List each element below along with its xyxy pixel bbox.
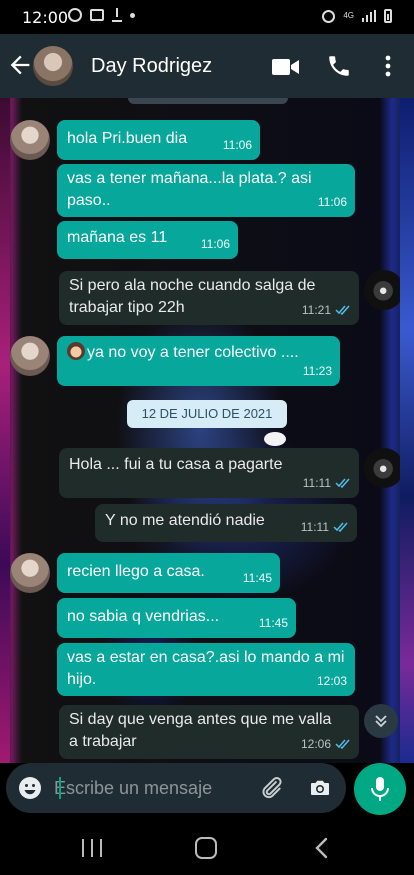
message-bubble-outgoing[interactable]: Si day que venga antes que me valla a tr…: [59, 705, 359, 759]
message-time: 11:06: [222, 138, 252, 152]
download-icon: [112, 8, 122, 22]
read-receipt-icon: [335, 305, 350, 315]
settings-icon: [68, 8, 82, 22]
date-divider: 12 DE JULIO DE 2021: [127, 400, 287, 428]
phone-call-icon[interactable]: [326, 53, 352, 79]
message-bubble-incoming[interactable]: recien llego a casa. 11:45: [57, 553, 280, 593]
message-time: 11:06: [317, 195, 347, 209]
message-time: 12:03: [316, 674, 347, 688]
emoji-icon[interactable]: [18, 776, 42, 800]
message-text: recien llego a casa.: [67, 563, 205, 580]
message-time: 11:23: [302, 364, 332, 378]
read-receipt-icon: [333, 522, 348, 532]
message-time: 11:21: [301, 303, 331, 317]
signal-icon: [362, 10, 376, 22]
contact-avatar[interactable]: [33, 46, 73, 86]
message-time: 12:06: [300, 737, 331, 751]
back-arrow-icon[interactable]: [6, 51, 34, 79]
sender-avatar[interactable]: [10, 120, 50, 160]
network-4g-icon: 4G: [343, 11, 354, 20]
chat-area[interactable]: hola Pri.buen dia 11:06 vas a tener maña…: [0, 98, 414, 763]
message-text: vas a tener mañana...la plata.? asi paso…: [67, 170, 312, 209]
message-bubble-incoming[interactable]: mañana es 11 11:06: [57, 221, 238, 259]
message-bubble-incoming[interactable]: vas a estar en casa?.asi lo mando a mi h…: [57, 643, 355, 696]
message-bubble-outgoing[interactable]: Y no me atendió nadie 11:11: [95, 504, 357, 542]
double-chevron-down-icon: [375, 715, 387, 728]
message-bubble-outgoing[interactable]: Si pero ala noche cuando salga de trabaj…: [59, 271, 359, 325]
message-text: ya no voy a tener colectivo ....: [87, 344, 299, 361]
battery-icon: [384, 9, 392, 23]
decor-dot: [264, 432, 286, 446]
message-time: 11:11: [300, 520, 329, 534]
system-navigation-bar: [0, 821, 414, 875]
read-receipt-icon: [335, 478, 350, 488]
message-text: Si day que venga antes que me valla a tr…: [69, 711, 332, 750]
message-text: no sabia q vendrias...: [67, 608, 220, 625]
sender-avatar[interactable]: [10, 336, 50, 376]
recent-apps-icon[interactable]: [82, 839, 102, 857]
message-bubble-incoming[interactable]: vas a tener mañana...la plata.? asi paso…: [57, 164, 355, 217]
message-input-container: [6, 763, 346, 813]
microphone-icon: [371, 777, 389, 801]
woman-emoji-icon: [67, 342, 85, 360]
home-icon[interactable]: [195, 837, 217, 859]
compose-bar: [0, 763, 414, 821]
status-bar: 12:00 4G: [0, 0, 414, 34]
message-bubble-incoming[interactable]: hola Pri.buen dia 11:06: [57, 120, 260, 160]
own-avatar[interactable]: [364, 270, 404, 310]
message-bubble-incoming[interactable]: ya no voy a tener colectivo .... 11:23: [57, 336, 340, 386]
sender-avatar[interactable]: [10, 553, 50, 593]
camera-icon[interactable]: [308, 776, 332, 800]
message-time: 11:45: [242, 571, 272, 585]
scroll-to-bottom-button[interactable]: [364, 704, 398, 738]
notification-dot-icon: [130, 12, 135, 18]
message-time: 11:45: [258, 616, 288, 630]
attach-icon[interactable]: [258, 775, 284, 801]
chat-header: Day Rodrigez: [0, 34, 414, 98]
alarm-icon: [322, 9, 336, 23]
text-caret: [59, 777, 61, 799]
own-avatar[interactable]: [364, 448, 404, 488]
message-text: vas a estar en casa?.asi lo mando a mi h…: [67, 649, 345, 688]
message-bubble-incoming[interactable]: no sabia q vendrias... 11:45: [57, 598, 296, 638]
scroll-indicator: [128, 98, 288, 104]
video-call-icon[interactable]: [272, 58, 300, 76]
message-input[interactable]: [54, 763, 254, 813]
message-time: 11:11: [302, 476, 331, 490]
message-time: 11:06: [200, 237, 230, 251]
contact-name[interactable]: Day Rodrigez: [91, 55, 212, 78]
gallery-icon: [90, 9, 104, 21]
nav-back-icon[interactable]: [312, 837, 332, 859]
message-bubble-outgoing[interactable]: Hola ... fui a tu casa a pagarte 11:11: [59, 448, 359, 498]
more-options-icon[interactable]: [380, 54, 396, 78]
voice-message-button[interactable]: [354, 763, 406, 815]
read-receipt-icon: [335, 739, 350, 749]
status-time: 12:00: [22, 8, 69, 27]
